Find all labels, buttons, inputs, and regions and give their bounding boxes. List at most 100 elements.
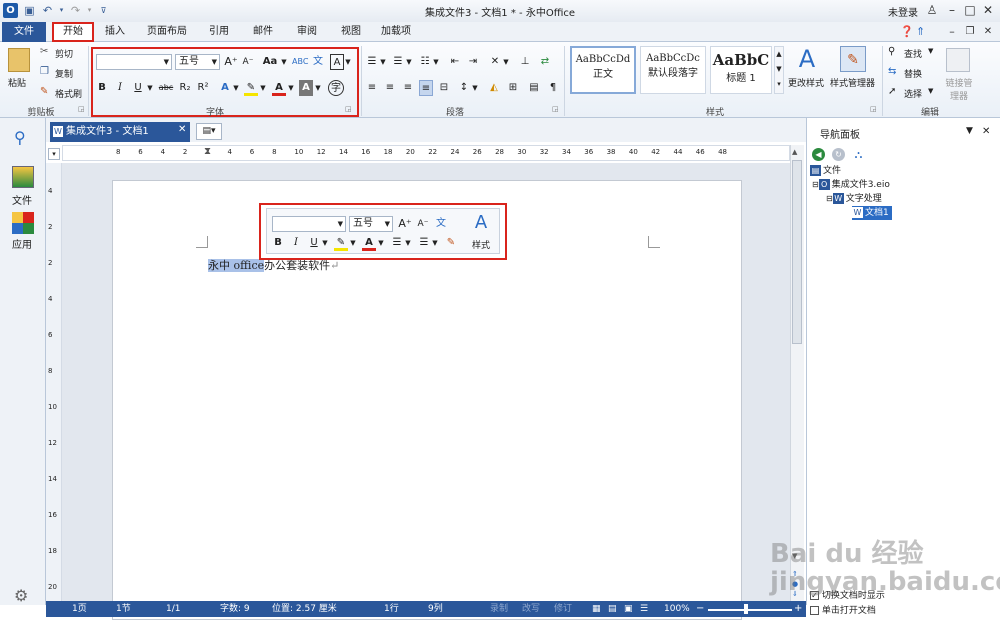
- file-icon[interactable]: [12, 166, 34, 188]
- shading-icon[interactable]: ◭: [487, 80, 501, 96]
- style-default-paragraph[interactable]: AaBbCcDc 默认段落字: [640, 46, 706, 94]
- mini-format-painter-icon[interactable]: ✎: [444, 235, 458, 251]
- cut-icon[interactable]: ✂: [40, 46, 48, 57]
- select-icon[interactable]: ➚: [888, 86, 896, 97]
- borders-icon[interactable]: ⊞: [506, 80, 520, 96]
- zoom-level[interactable]: 100%: [664, 603, 690, 615]
- tab-home[interactable]: 开始: [52, 22, 94, 42]
- nav-back-icon[interactable]: ◀: [812, 148, 825, 161]
- format-painter-icon[interactable]: ✎: [40, 86, 48, 97]
- chevron-down-icon[interactable]: ▼: [431, 235, 439, 251]
- font-name-combo[interactable]: ▼: [96, 54, 172, 70]
- strikethrough-icon[interactable]: abc: [158, 80, 174, 96]
- checkbox-checked-icon[interactable]: ✓: [810, 591, 819, 600]
- shrink-font-icon[interactable]: A⁻: [241, 54, 255, 70]
- status-page[interactable]: 1页: [72, 603, 87, 615]
- tab-review[interactable]: 审阅: [290, 22, 324, 42]
- mini-font-color-icon[interactable]: A: [362, 235, 376, 251]
- status-word-count[interactable]: 字数: 9: [220, 603, 250, 615]
- replace-icon[interactable]: ⇆: [888, 66, 896, 77]
- customize-toolbar-icon[interactable]: ⊽: [96, 3, 111, 18]
- chevron-down-icon[interactable]: ▼: [349, 235, 357, 251]
- browse-object-icon[interactable]: ●: [792, 580, 798, 588]
- tab-page-layout[interactable]: 页面布局: [142, 22, 192, 42]
- sidebar-item-file[interactable]: 文件: [12, 192, 32, 207]
- bullets-icon[interactable]: ☰: [365, 54, 379, 70]
- bold-icon[interactable]: B: [96, 80, 108, 96]
- app-logo-icon[interactable]: O: [3, 3, 18, 18]
- tab-mailings[interactable]: 邮件: [246, 22, 280, 42]
- status-position[interactable]: 位置: 2.57 厘米: [272, 603, 337, 615]
- distribute-icon[interactable]: ⊟: [437, 80, 451, 96]
- styles-scroll[interactable]: ▲ ▼ ▾: [774, 46, 784, 94]
- mini-highlight-icon[interactable]: ✎: [334, 235, 348, 251]
- chevron-down-icon[interactable]: ▼: [377, 235, 385, 251]
- paragraph-launcher-icon[interactable]: ◲: [552, 105, 559, 113]
- chevron-down-icon[interactable]: ▼: [928, 47, 933, 55]
- undo-icon[interactable]: ↶: [40, 3, 55, 18]
- chevron-down-icon[interactable]: ▼: [344, 54, 352, 70]
- view-full-screen-icon[interactable]: ▤: [608, 603, 617, 615]
- minimize-button[interactable]: –: [944, 2, 960, 18]
- paste-icon[interactable]: [8, 48, 30, 72]
- scroll-down-icon[interactable]: ▼: [792, 552, 797, 560]
- asian-layout-icon[interactable]: ✕: [488, 54, 502, 70]
- font-color-icon[interactable]: A: [272, 80, 286, 96]
- status-column[interactable]: 9列: [428, 603, 443, 615]
- chevron-down-icon[interactable]: ▼: [146, 80, 154, 96]
- mini-underline-icon[interactable]: U: [308, 235, 320, 251]
- zoom-out-icon[interactable]: −: [696, 603, 704, 615]
- doc-close-button[interactable]: ✕: [980, 24, 996, 40]
- checkbox-unchecked-icon[interactable]: [810, 606, 819, 615]
- mini-font-size-combo[interactable]: 五号 ▼: [349, 216, 393, 232]
- status-section[interactable]: 1节: [116, 603, 131, 615]
- gear-icon[interactable]: ⚙: [14, 586, 28, 605]
- apps-icon[interactable]: [12, 212, 34, 234]
- chevron-down-icon[interactable]: ▼: [404, 235, 412, 251]
- sidebar-item-apps[interactable]: 应用: [12, 236, 32, 251]
- align-left-icon[interactable]: ≡: [365, 80, 379, 96]
- chevron-down-icon[interactable]: ▼: [379, 54, 387, 70]
- zoom-slider-thumb[interactable]: [744, 604, 748, 614]
- status-overwrite[interactable]: 改写: [522, 603, 540, 615]
- redo-dropdown-icon[interactable]: ▾: [82, 3, 97, 18]
- chevron-down-icon[interactable]: ▼: [432, 54, 440, 70]
- align-center-icon[interactable]: ≡: [383, 80, 397, 96]
- phonetic-guide-icon[interactable]: 文: [311, 54, 325, 70]
- sort-icon[interactable]: ⊥: [518, 54, 532, 70]
- help-icon[interactable]: ❓: [900, 25, 914, 38]
- char-border-icon[interactable]: A: [330, 54, 344, 70]
- tab-addins[interactable]: 加载项: [376, 22, 416, 42]
- login-status[interactable]: 未登录: [888, 4, 918, 19]
- numbering-icon[interactable]: ☰: [391, 54, 405, 70]
- mini-styles-icon[interactable]: A: [470, 212, 492, 234]
- pin-icon[interactable]: ⚲: [14, 128, 26, 147]
- highlight-icon[interactable]: ✎: [244, 80, 258, 96]
- page-border-icon[interactable]: ▤: [527, 80, 541, 96]
- chevron-down-icon[interactable]: ▼: [502, 54, 510, 70]
- italic-icon[interactable]: I: [114, 80, 126, 96]
- status-revise[interactable]: 修订: [554, 603, 572, 615]
- prev-page-icon[interactable]: ⇑: [792, 570, 798, 578]
- subscript-icon[interactable]: R₂: [178, 80, 192, 96]
- status-line[interactable]: 1行: [384, 603, 399, 615]
- find-icon[interactable]: ⚲: [888, 46, 895, 57]
- new-doc-button[interactable]: ▤▾: [196, 123, 222, 140]
- font-size-combo[interactable]: 五号 ▼: [175, 54, 220, 70]
- tab-file[interactable]: 文件: [2, 22, 46, 42]
- redo-icon[interactable]: ↷: [68, 3, 83, 18]
- select-button[interactable]: 选择: [904, 87, 922, 100]
- undo-dropdown-icon[interactable]: ▾: [54, 3, 69, 18]
- decrease-indent-icon[interactable]: ⇤: [448, 54, 462, 70]
- style-manager-button[interactable]: 样式管理器: [830, 76, 875, 89]
- scroll-up-icon[interactable]: ▲: [792, 148, 797, 156]
- link-manager-icon[interactable]: [946, 48, 970, 72]
- align-right-icon[interactable]: ≡: [401, 80, 415, 96]
- change-case-button[interactable]: Aa: [261, 54, 279, 70]
- zoom-in-icon[interactable]: +: [794, 603, 802, 615]
- char-shading-icon[interactable]: A: [299, 80, 313, 96]
- pilcrow-icon[interactable]: ¶: [546, 80, 560, 96]
- style-normal[interactable]: AaBbCcDd 正文: [570, 46, 636, 94]
- ribbon-collapse-icon[interactable]: ⇑: [916, 25, 925, 38]
- zoom-slider[interactable]: [708, 609, 792, 611]
